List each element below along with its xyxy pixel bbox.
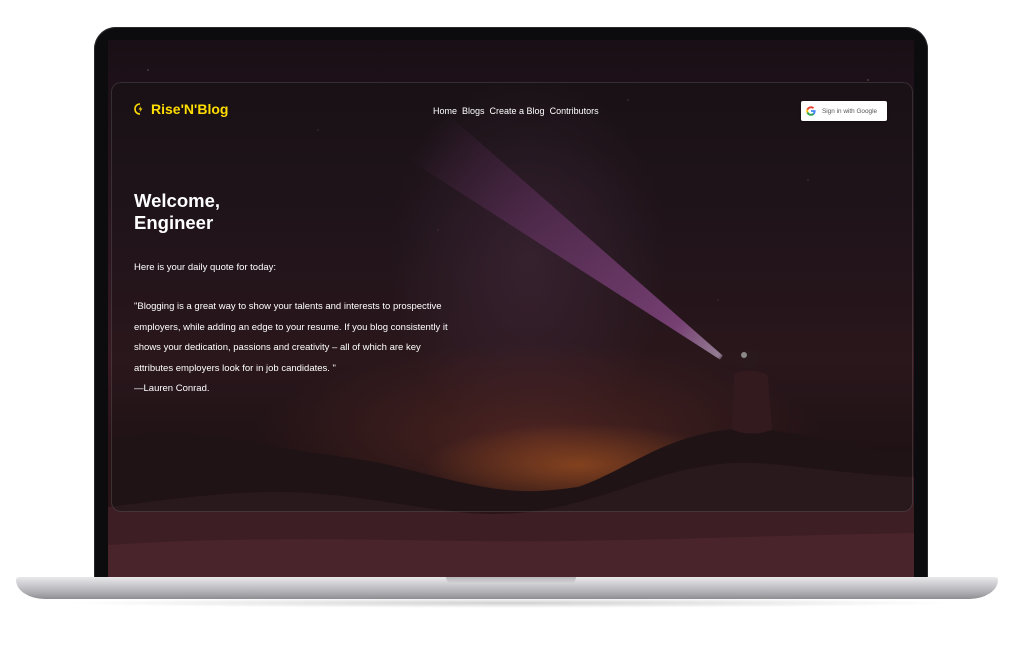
welcome-line: Welcome,: [134, 190, 221, 211]
lightning-icon: [134, 103, 143, 115]
daily-quote: "Blogging is a great way to show your ta…: [134, 297, 454, 400]
laptop-opening-notch: [446, 577, 576, 584]
nav-create-blog[interactable]: Create a Blog: [490, 106, 545, 116]
quote-line: "Blogging is a great way to show your ta…: [134, 301, 442, 312]
quote-intro: Here is your daily quote for today:: [134, 262, 277, 273]
top-nav: Home Blogs Create a Blog Contributors: [433, 106, 599, 116]
laptop-shadow: [60, 598, 960, 608]
google-signin-label: Sign in with Google: [822, 107, 878, 115]
brand-logo[interactable]: Rise'N'Blog: [134, 101, 228, 117]
quote-line: shows your dedication, passions and crea…: [134, 342, 421, 353]
quote-line: employers, while adding an edge to your …: [134, 321, 448, 333]
welcome-username: Engineer: [134, 212, 214, 233]
nav-home[interactable]: Home: [433, 106, 457, 116]
brand-name: Rise'N'Blog: [151, 101, 229, 117]
welcome-heading: Welcome, Engineer: [134, 190, 334, 234]
google-icon: [806, 106, 816, 116]
google-signin-button[interactable]: Sign in with Google: [801, 101, 887, 121]
quote-author: —Lauren Conrad.: [134, 383, 210, 394]
quote-line: attributes employers look for in job can…: [134, 362, 336, 374]
nav-blogs[interactable]: Blogs: [462, 106, 485, 116]
nav-contributors[interactable]: Contributors: [550, 106, 599, 116]
laptop-mockup: Rise'N'Blog Home Blogs Create a Blog Con…: [0, 0, 1024, 650]
